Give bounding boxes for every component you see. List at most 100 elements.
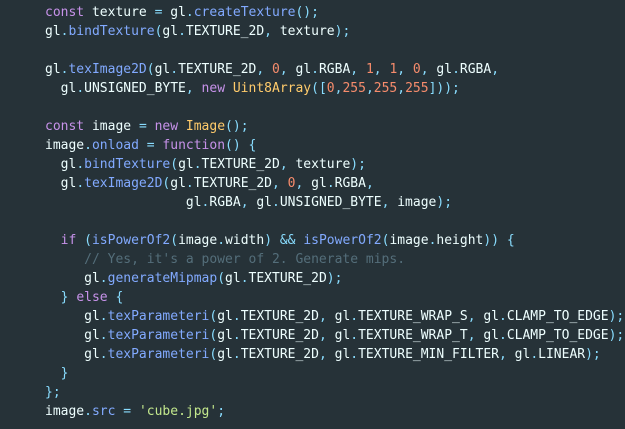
code-token: image	[389, 233, 429, 248]
code-token: function	[162, 138, 226, 153]
code-token: gl	[217, 309, 233, 324]
code-token: gl	[162, 5, 186, 20]
code-token: ,	[318, 328, 327, 343]
code-token: TEXTURE_2D	[193, 176, 273, 191]
code-token: gl	[475, 309, 499, 324]
code-token: ,	[467, 328, 476, 343]
code-token: .	[193, 157, 202, 172]
code-token: ,	[467, 309, 476, 324]
code-token: .	[84, 138, 92, 153]
code-token: gl	[45, 176, 77, 191]
code-token: .	[217, 233, 226, 248]
code-token: gl	[45, 62, 61, 77]
code-token: .	[240, 271, 249, 286]
code-token: const	[45, 5, 85, 20]
code-token: ,	[240, 195, 249, 210]
code-token: gl	[326, 309, 351, 324]
code-line: image.onload = function() {	[0, 136, 625, 155]
code-token: ,	[256, 62, 265, 77]
code-token: .	[99, 271, 108, 286]
code-token: TEXTURE_2D	[201, 157, 280, 172]
code-token: ,	[373, 62, 382, 77]
code-token: gl	[248, 195, 272, 210]
code-token: 255	[342, 81, 366, 96]
code-token: .	[350, 309, 359, 324]
code-token: RGBA	[318, 62, 351, 77]
code-token: ,	[350, 62, 359, 77]
code-token: );	[350, 157, 366, 172]
code-token: RGBA	[209, 195, 241, 210]
code-token: image	[178, 233, 218, 248]
code-line: image.src = 'cube.jpg';	[0, 402, 625, 421]
code-token: UNSIGNED_BYTE	[84, 81, 186, 96]
code-token: .	[170, 62, 179, 77]
code-token: image	[45, 138, 85, 153]
code-token: 0	[287, 176, 296, 191]
code-token: image	[389, 195, 437, 210]
code-line: }	[0, 364, 625, 383]
code-token: );	[585, 347, 601, 362]
code-token: const	[45, 119, 85, 134]
code-line: gl.texParameteri(gl.TEXTURE_2D, gl.TEXTU…	[0, 326, 625, 345]
code-token: .	[499, 328, 507, 343]
code-token: TEXTURE_WRAP_S	[358, 309, 468, 324]
code-token: gl	[287, 62, 312, 77]
code-token: gl	[154, 62, 171, 77]
code-line: if (isPowerOf2(image.width) && isPowerOf…	[0, 231, 625, 250]
code-editor[interactable]: const texture = gl.createTexture(); gl.bi…	[0, 0, 625, 429]
code-line: const image = new Image();	[0, 117, 625, 136]
code-line: gl.texParameteri(gl.TEXTURE_2D, gl.TEXTU…	[0, 307, 625, 326]
code-token: gl	[217, 347, 233, 362]
code-token: .	[76, 157, 85, 172]
code-token: ,	[318, 347, 327, 362]
code-token: .	[232, 309, 241, 324]
code-token: .	[350, 347, 359, 362]
code-token: gl	[178, 157, 194, 172]
code-token: ,	[279, 62, 288, 77]
code-token: CLAMP_TO_EDGE	[506, 309, 609, 324]
code-line: const texture = gl.createTexture();	[0, 3, 625, 22]
code-token: gl	[475, 328, 499, 343]
code-token: };	[45, 385, 61, 400]
code-token: ,	[491, 62, 500, 77]
code-token: 255	[373, 81, 398, 96]
code-token: &&	[279, 233, 296, 248]
code-token: CLAMP_TO_EDGE	[506, 328, 609, 343]
code-token: LINEAR	[538, 347, 586, 362]
code-token: texture	[287, 157, 351, 172]
code-token: gl	[45, 157, 77, 172]
code-token: if	[60, 233, 77, 248]
code-token: (	[84, 233, 92, 248]
code-token: (	[146, 62, 155, 77]
code-token: ()	[225, 138, 241, 153]
code-token: gl	[170, 176, 186, 191]
code-token: );	[608, 328, 625, 343]
code-token: gl	[45, 81, 77, 96]
code-token: .	[99, 309, 108, 324]
code-token: 0	[326, 81, 335, 96]
code-token: ,	[397, 81, 406, 96]
code-token: .	[530, 347, 539, 362]
code-token: (	[170, 157, 179, 172]
code-token: ,	[499, 347, 507, 362]
code-token: width	[225, 233, 265, 248]
code-token: TEXTURE_2D	[248, 271, 327, 286]
code-token: isPowerOf2	[303, 233, 382, 248]
code-token: texParameteri	[107, 347, 210, 362]
code-token: Uint8Array	[232, 81, 312, 96]
code-token: else	[76, 290, 108, 305]
code-token: .	[76, 176, 85, 191]
code-token: ,	[279, 157, 288, 172]
code-token: =	[138, 119, 147, 134]
